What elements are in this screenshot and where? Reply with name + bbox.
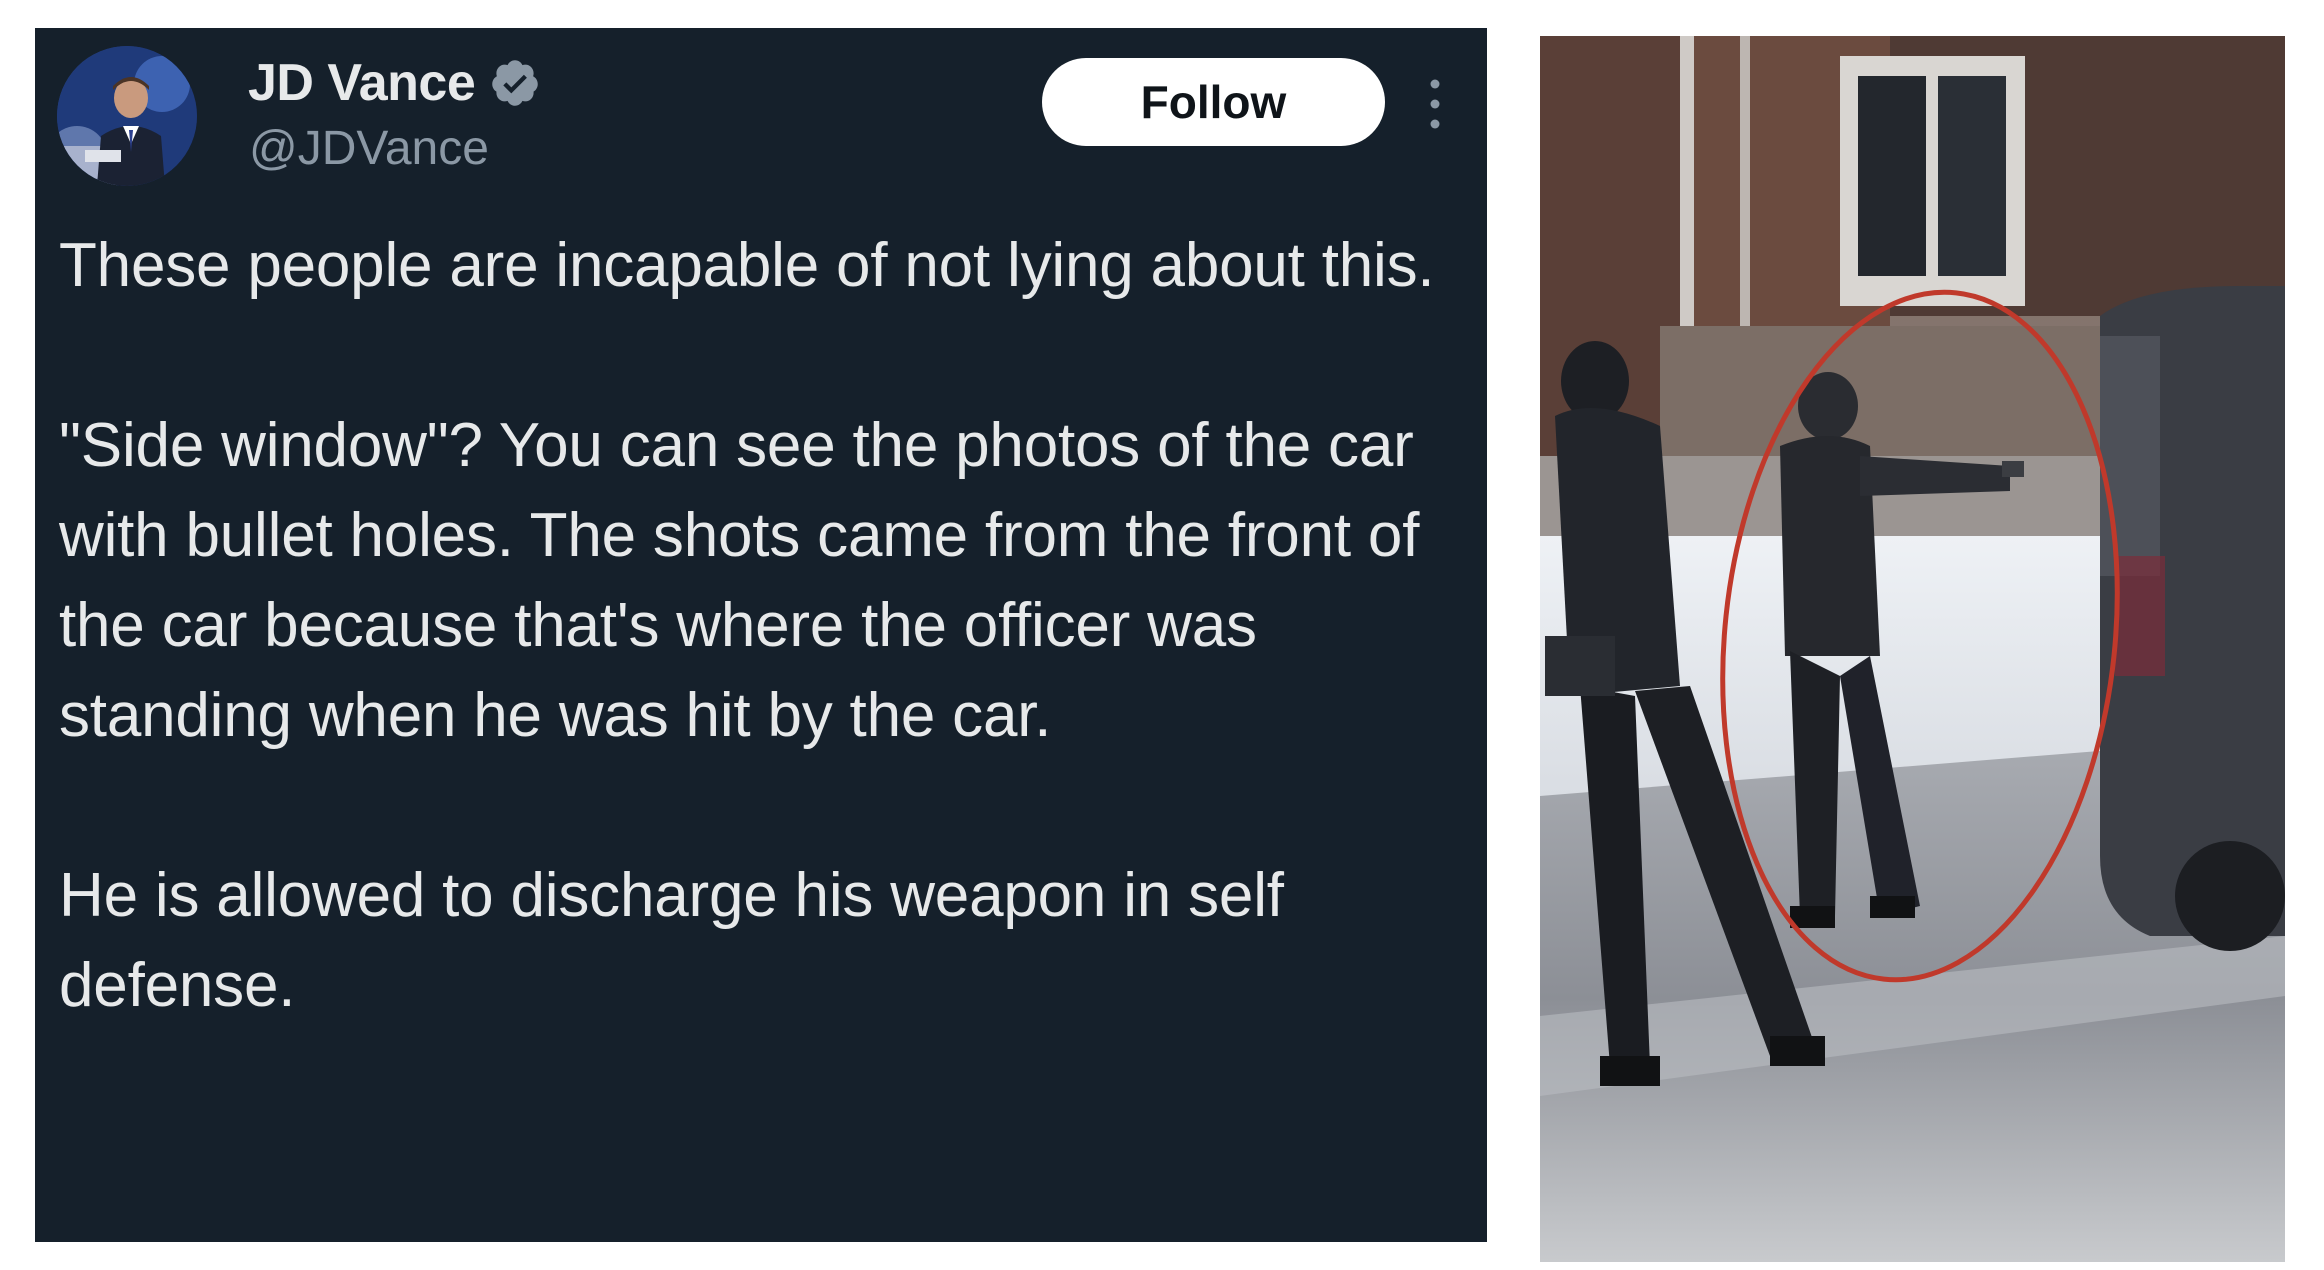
street-photo	[1540, 36, 2285, 1262]
page: JD Vance @JDVance Follow These people ar…	[0, 0, 2324, 1270]
verified-badge-icon	[489, 57, 541, 109]
tweet-card: JD Vance @JDVance Follow These people ar…	[35, 28, 1487, 1242]
follow-button[interactable]: Follow	[1042, 58, 1385, 146]
more-vertical-icon[interactable]	[1425, 74, 1445, 134]
tweet-paragraph: He is allowed to discharge his weapon in…	[59, 861, 1284, 1020]
tweet-paragraph: These people are incapable of not lying …	[59, 231, 1435, 300]
tweet-paragraph: "Side window"? You can see the photos of…	[59, 411, 1420, 750]
avatar[interactable]	[57, 46, 197, 186]
author-handle[interactable]: @JDVance	[249, 121, 489, 176]
avatar-image	[57, 46, 197, 186]
author-display-name[interactable]: JD Vance	[248, 53, 476, 113]
tweet-text: These people are incapable of not lying …	[59, 221, 1479, 1031]
author-name-row: JD Vance	[248, 46, 541, 120]
